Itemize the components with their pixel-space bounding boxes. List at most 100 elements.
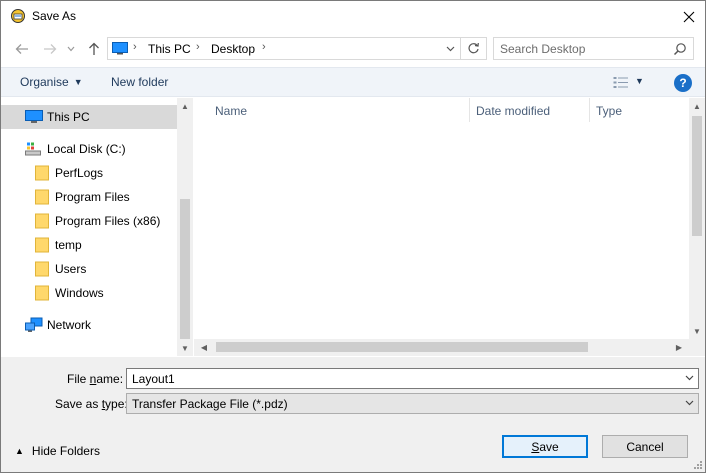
scroll-down-icon[interactable]: ▼: [177, 340, 193, 356]
breadcrumb-separator-icon: ›: [133, 41, 137, 53]
chevron-down-icon[interactable]: [685, 400, 694, 406]
nav-vertical-scrollbar[interactable]: ▲ ▼: [177, 98, 193, 356]
nav-label: This PC: [47, 110, 90, 124]
network-icon: [25, 317, 43, 332]
hide-folders-button[interactable]: ▲ Hide Folders: [15, 444, 100, 458]
file-horizontal-scrollbar[interactable]: ◀ ▶: [194, 339, 689, 356]
save-as-dialog: Save As › This PC › Desktop › Search Des…: [0, 0, 706, 473]
computer-icon: [112, 42, 128, 55]
breadcrumb-this-pc[interactable]: This PC: [148, 42, 191, 56]
close-icon: [683, 11, 695, 22]
view-dropdown-icon[interactable]: ▼: [635, 76, 644, 86]
save-button[interactable]: Save: [502, 435, 588, 458]
chevron-down-icon[interactable]: [685, 375, 694, 381]
recent-locations-button[interactable]: [64, 39, 78, 59]
scroll-left-icon[interactable]: ◀: [196, 339, 212, 356]
file-list-pane: Name Date modified Type ▲ ▼ ◀ ▶: [194, 98, 705, 356]
folder-icon: [35, 189, 49, 205]
navigation-pane: This PC Local Disk (C:) PerfLogs Program…: [1, 98, 193, 356]
chevron-up-icon: ▲: [15, 446, 24, 456]
label-text: Save as: [55, 397, 102, 411]
breadcrumb-desktop[interactable]: Desktop: [211, 42, 255, 56]
nav-item-program-files[interactable]: Program Files: [1, 185, 177, 209]
save-label: ave: [539, 439, 559, 454]
chevron-down-icon: [446, 46, 454, 52]
column-divider[interactable]: [589, 98, 590, 122]
nav-item-program-files-x86[interactable]: Program Files (x86): [1, 209, 177, 233]
label-text: ype:: [105, 397, 128, 411]
drive-icon: [25, 142, 41, 156]
scroll-down-icon[interactable]: ▼: [689, 323, 705, 339]
scrollbar-thumb[interactable]: [180, 199, 190, 339]
access-key: S: [531, 439, 540, 454]
nav-label: temp: [55, 238, 82, 252]
column-divider[interactable]: [469, 98, 470, 122]
title-bar: Save As: [1, 1, 705, 32]
nav-item-windows[interactable]: Windows: [1, 281, 177, 305]
window-title: Save As: [32, 9, 77, 23]
scrollbar-thumb[interactable]: [692, 116, 702, 236]
breadcrumb-separator-icon: ›: [196, 41, 200, 53]
save-form: File name: Save as type: Transfer Packag…: [1, 357, 705, 472]
folder-icon: [35, 237, 49, 253]
label-text: File: [67, 372, 90, 386]
scroll-up-icon[interactable]: ▲: [689, 98, 705, 114]
nav-label: Users: [55, 262, 87, 276]
save-as-type-select[interactable]: Transfer Package File (*.pdz): [126, 393, 699, 414]
column-header-type[interactable]: Type: [596, 98, 622, 122]
nav-item-local-disk[interactable]: Local Disk (C:): [1, 137, 177, 161]
computer-icon: [25, 110, 43, 123]
folder-icon: [35, 165, 49, 181]
cancel-button[interactable]: Cancel: [602, 435, 688, 458]
scrollbar-corner: [689, 339, 705, 356]
refresh-button[interactable]: [460, 38, 486, 59]
scrollbar-thumb[interactable]: [216, 342, 588, 352]
resize-grip-icon[interactable]: [693, 460, 703, 470]
forward-button[interactable]: [40, 39, 60, 59]
hide-folders-label: Hide Folders: [31, 444, 100, 458]
nav-label: Network: [47, 318, 92, 332]
folder-icon: [35, 213, 49, 229]
help-button[interactable]: ?: [674, 74, 692, 92]
breadcrumb-separator-icon: ›: [262, 41, 266, 53]
nav-label: Local Disk (C:): [47, 142, 126, 156]
nav-label: PerfLogs: [55, 166, 104, 180]
file-name-label: File name:: [67, 372, 123, 386]
caret-down-icon: ▼: [73, 77, 83, 87]
close-button[interactable]: [673, 1, 705, 32]
label-text: ame:: [96, 372, 124, 386]
forward-arrow-icon: [44, 44, 57, 54]
up-button[interactable]: [84, 39, 104, 59]
nav-item-this-pc[interactable]: This PC: [1, 105, 177, 129]
address-bar[interactable]: › This PC › Desktop ›: [107, 37, 487, 60]
column-header-date-modified[interactable]: Date modified: [476, 98, 550, 122]
new-folder-button[interactable]: New folder: [111, 75, 168, 89]
up-arrow-icon: [89, 42, 99, 55]
save-as-type-label: Save as type:: [55, 397, 128, 411]
nav-item-temp[interactable]: temp: [1, 233, 177, 257]
nav-item-users[interactable]: Users: [1, 257, 177, 281]
refresh-icon: [468, 42, 479, 54]
file-vertical-scrollbar[interactable]: ▲ ▼: [689, 98, 705, 339]
view-options-icon[interactable]: [613, 76, 629, 89]
search-input[interactable]: [500, 41, 660, 57]
file-name-input[interactable]: [132, 371, 672, 386]
nav-item-network[interactable]: Network: [1, 313, 177, 337]
nav-item-perflogs[interactable]: PerfLogs: [1, 161, 177, 185]
back-button[interactable]: [12, 39, 32, 59]
organise-button[interactable]: Organise ▼: [20, 75, 83, 89]
column-header-name[interactable]: Name: [215, 98, 247, 122]
organise-label: Organise: [20, 75, 69, 89]
folder-icon: [35, 261, 49, 277]
address-history-dropdown[interactable]: [442, 41, 458, 57]
scroll-right-icon[interactable]: ▶: [671, 339, 687, 356]
nav-label: Windows: [55, 286, 104, 300]
search-icon: [673, 43, 686, 56]
save-as-type-value: Transfer Package File (*.pdz): [132, 397, 288, 411]
scroll-up-icon[interactable]: ▲: [177, 98, 193, 114]
command-toolbar: Organise ▼ New folder ▼ ?: [1, 67, 705, 97]
folder-icon: [35, 285, 49, 301]
search-box[interactable]: [493, 37, 694, 60]
file-name-combo[interactable]: [126, 368, 699, 389]
chevron-down-icon: [67, 46, 75, 52]
